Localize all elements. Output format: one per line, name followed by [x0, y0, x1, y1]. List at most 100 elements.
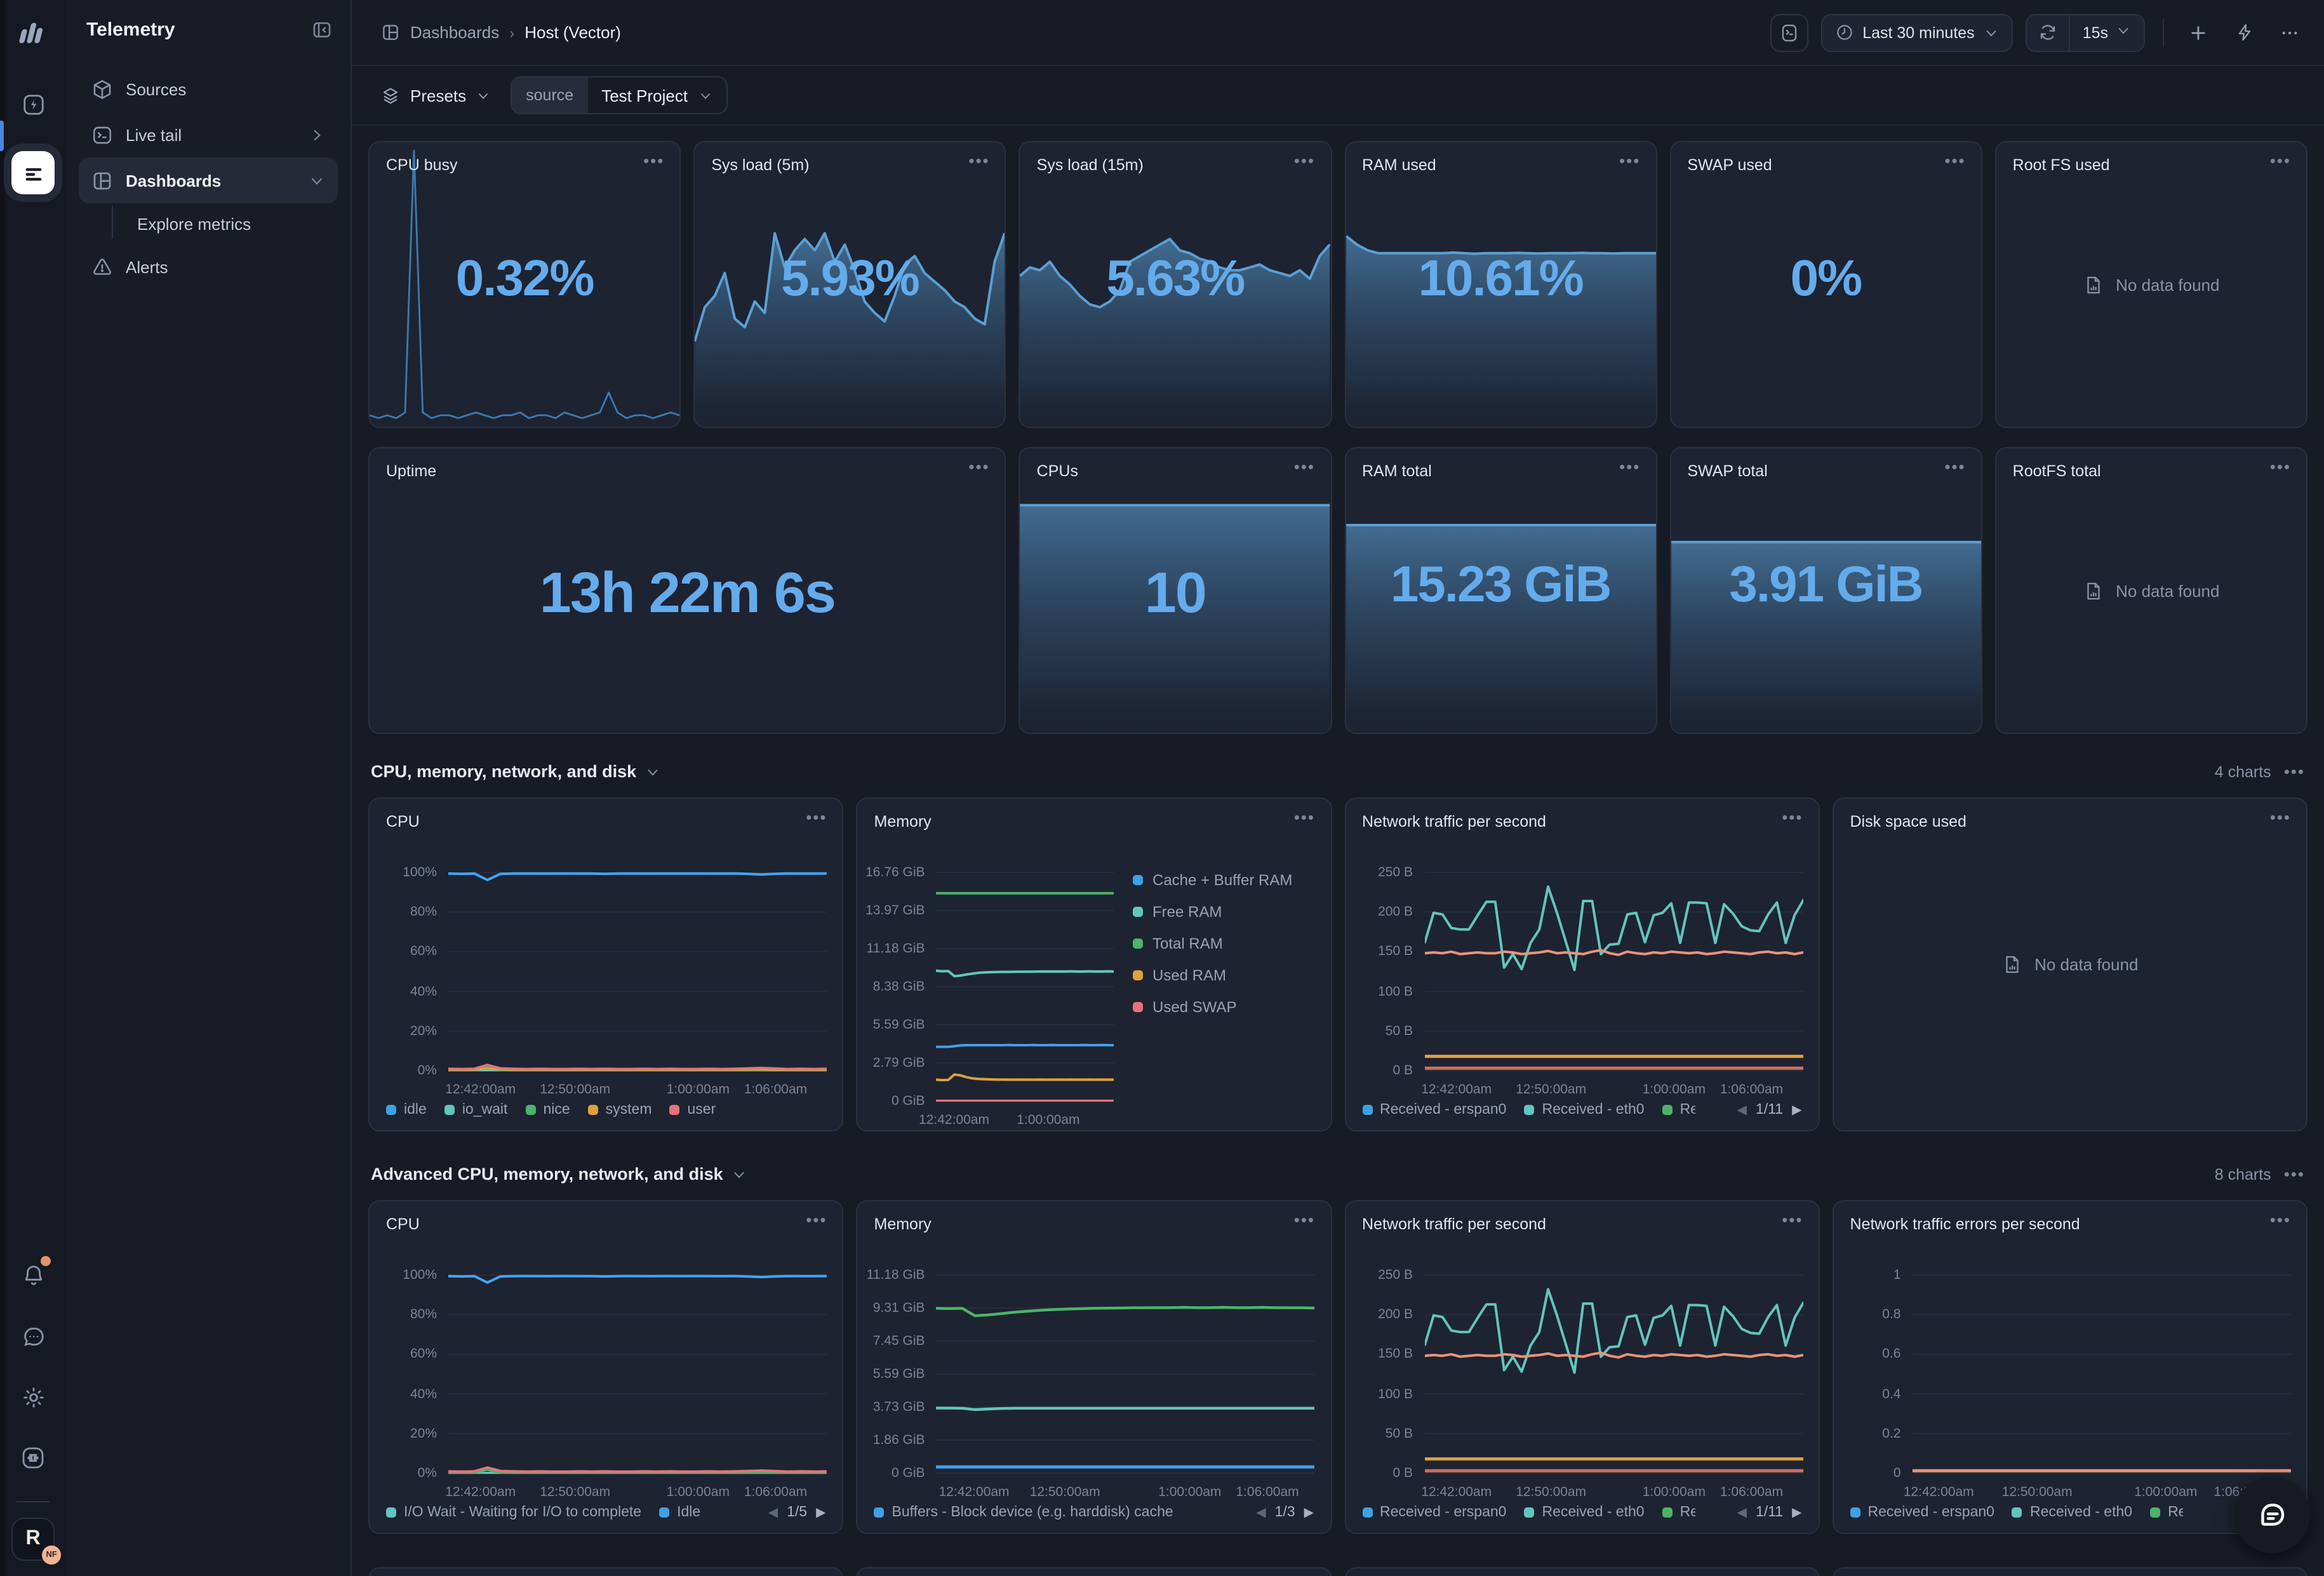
chart-plot[interactable]: [448, 866, 827, 1076]
flash-icon[interactable]: [11, 83, 55, 126]
presets-dropdown[interactable]: Presets: [381, 86, 490, 105]
page-prev-button[interactable]: ◀: [1737, 1506, 1747, 1519]
legend-item[interactable]: Received - erspan0: [1850, 1505, 1994, 1520]
legend-item[interactable]: I/O Wait - Waiting for I/O to complete: [386, 1505, 641, 1520]
legend-item[interactable]: Received - eth0: [1524, 1102, 1644, 1118]
x-axis: 12:42:00am12:50:00am1:00:00am1:06:00am: [448, 1076, 827, 1100]
chart-plot[interactable]: [937, 866, 1115, 1106]
stat-card-swap-used: SWAP used••• 0%: [1669, 141, 1982, 428]
sidebar-item-sources[interactable]: Sources: [79, 66, 338, 112]
window-edge: [0, 0, 5, 1576]
theme-sun-icon[interactable]: [11, 1375, 55, 1419]
time-range-select[interactable]: Last 30 minutes: [1820, 13, 2013, 51]
card-menu-button[interactable]: •••: [2270, 813, 2291, 823]
card-title: Memory: [874, 1215, 932, 1233]
card-menu-button[interactable]: •••: [806, 1215, 827, 1225]
legend-item[interactable]: Idle: [659, 1505, 700, 1520]
lightning-button[interactable]: [2227, 16, 2261, 49]
page-prev-button[interactable]: ◀: [1256, 1506, 1266, 1519]
page-next-button[interactable]: ▶: [1304, 1506, 1314, 1519]
section-toggle[interactable]: Advanced CPU, memory, network, and disk: [371, 1165, 747, 1184]
card-menu-button[interactable]: •••: [1619, 156, 1640, 166]
legend-item[interactable]: Free RAM: [1132, 903, 1315, 921]
card-menu-button[interactable]: •••: [643, 156, 664, 166]
more-options-button[interactable]: [2273, 16, 2306, 49]
page-prev-button[interactable]: ◀: [768, 1506, 778, 1519]
page-next-button[interactable]: ▶: [816, 1506, 825, 1519]
card-menu-button[interactable]: •••: [2270, 462, 2291, 472]
sidebar-item-alerts[interactable]: Alerts: [79, 244, 338, 290]
section-menu-button[interactable]: •••: [2284, 1169, 2305, 1179]
section-header: Advanced CPU, memory, network, and disk …: [371, 1165, 2305, 1184]
legend-item[interactable]: Buffers - Block device (e.g. harddisk) c…: [874, 1505, 1173, 1520]
card-menu-button[interactable]: •••: [1944, 462, 1965, 472]
sidebar-collapse-icon[interactable]: [311, 18, 333, 40]
top-bar: Dashboards › Host (Vector) Last 30 minut…: [352, 0, 2324, 66]
legend-item[interactable]: user: [670, 1102, 716, 1118]
layers-icon: [381, 86, 400, 105]
source-filter[interactable]: source Test Project: [511, 76, 727, 114]
notifications-bell-icon[interactable]: [11, 1253, 55, 1297]
sidebar-item-live-tail[interactable]: Live tail: [79, 112, 338, 157]
telemetry-app-icon[interactable]: [11, 151, 55, 194]
card-menu-button[interactable]: •••: [968, 156, 989, 166]
page-prev-button[interactable]: ◀: [1737, 1103, 1747, 1117]
card-menu-button[interactable]: •••: [968, 462, 989, 472]
page-next-button[interactable]: ▶: [1792, 1506, 1801, 1519]
terminal-panel-button[interactable]: [1770, 13, 1808, 51]
legend-item[interactable]: Received - eth0: [2012, 1505, 2132, 1520]
section-menu-button[interactable]: •••: [2284, 766, 2305, 777]
card-menu-button[interactable]: •••: [1294, 156, 1315, 166]
page-next-button[interactable]: ▶: [1792, 1103, 1801, 1117]
brand-logo-icon[interactable]: [14, 13, 52, 51]
legend-item[interactable]: Received - erspan0: [1362, 1102, 1506, 1118]
chart-plot[interactable]: [937, 1269, 1316, 1478]
legend-item[interactable]: Total RAM: [1132, 935, 1315, 952]
legend-item[interactable]: Used SWAP: [1132, 998, 1315, 1016]
chart-panel-cpu-advanced: CPU••• 100%80%60%40%20%0% 12:42:00am12:5…: [368, 1200, 844, 1534]
breadcrumb: Dashboards › Host (Vector): [381, 23, 621, 42]
chart-plot[interactable]: [1424, 866, 1803, 1076]
legend-item[interactable]: Re: [1662, 1102, 1695, 1118]
add-panel-button[interactable]: [2182, 16, 2215, 49]
stat-card-sys-load-5m: Sys load (5m)••• 5.93%: [693, 141, 1006, 428]
card-menu-button[interactable]: •••: [2270, 1215, 2291, 1225]
card-menu-button[interactable]: •••: [1782, 1215, 1803, 1225]
card-menu-button[interactable]: •••: [2270, 156, 2291, 166]
legend-item[interactable]: Received - erspan0: [1362, 1505, 1506, 1520]
card-menu-button[interactable]: •••: [1782, 813, 1803, 823]
command-menu-icon[interactable]: [11, 1436, 55, 1479]
sidebar-item-explore-metrics[interactable]: Explore metrics: [79, 203, 338, 244]
help-chat-fab[interactable]: [2234, 1477, 2310, 1553]
chart-plot[interactable]: [448, 1269, 827, 1478]
legend-item[interactable]: idle: [386, 1102, 427, 1118]
breadcrumb-root[interactable]: Dashboards: [410, 23, 499, 42]
card-peek: [857, 1567, 1332, 1576]
section-toggle[interactable]: CPU, memory, network, and disk: [371, 762, 660, 781]
avatar[interactable]: R NF: [11, 1518, 55, 1561]
refresh-button[interactable]: [2027, 15, 2070, 50]
y-axis: 100%80%60%40%20%0%: [377, 866, 448, 1100]
chart-plot[interactable]: [1913, 1269, 2292, 1478]
refresh-interval-select[interactable]: 15s: [2070, 15, 2144, 50]
card-menu-button[interactable]: •••: [1294, 1215, 1315, 1225]
sidebar-item-dashboards[interactable]: Dashboards: [79, 157, 338, 203]
clock-icon: [1834, 23, 1853, 42]
chart-plot[interactable]: [1424, 1269, 1803, 1478]
chat-icon[interactable]: [11, 1314, 55, 1358]
legend-item[interactable]: Received - eth0: [1524, 1505, 1644, 1520]
chart-panel-network-traffic: Network traffic per second••• 250 B200 B…: [1344, 798, 1820, 1132]
legend-item[interactable]: io_wait: [444, 1102, 508, 1118]
legend-item[interactable]: Used RAM: [1132, 966, 1315, 984]
card-menu-button[interactable]: •••: [1294, 813, 1315, 823]
legend-item[interactable]: Cache + Buffer RAM: [1132, 871, 1315, 889]
legend-item[interactable]: system: [588, 1102, 652, 1118]
legend-item[interactable]: Re: [1662, 1505, 1695, 1520]
legend-item[interactable]: nice: [525, 1102, 570, 1118]
legend-item[interactable]: Re: [2150, 1505, 2183, 1520]
card-menu-button[interactable]: •••: [1294, 462, 1315, 472]
card-menu-button[interactable]: •••: [806, 813, 827, 823]
card-title: CPUs: [1037, 462, 1078, 480]
card-menu-button[interactable]: •••: [1619, 462, 1640, 472]
card-menu-button[interactable]: •••: [1944, 156, 1965, 166]
